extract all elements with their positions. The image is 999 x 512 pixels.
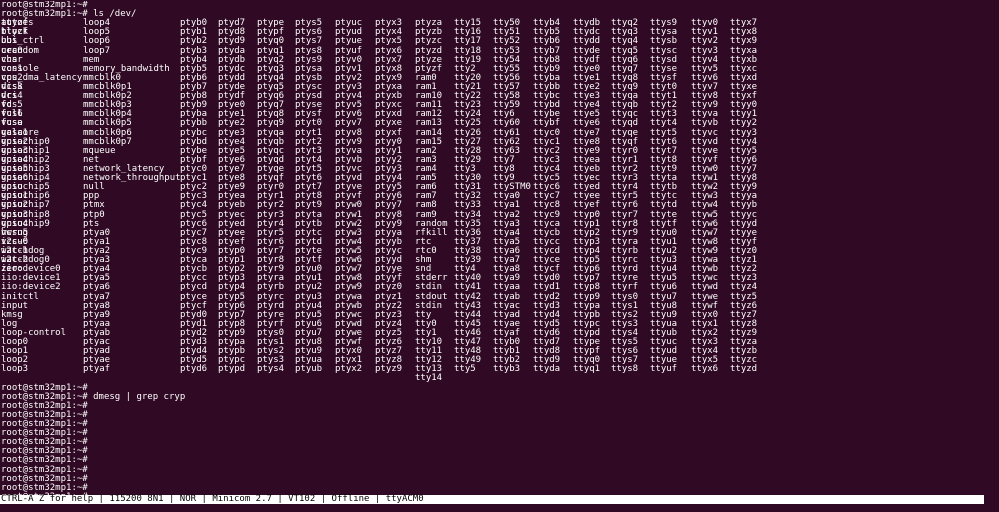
device-entry: ptypd — [218, 364, 246, 375]
device-entry: ttyzd — [730, 364, 758, 375]
prompt-line-dmesg: root@stm32mp1:~# dmesg | grep cryp — [1, 391, 998, 402]
shell-command: dmesg | grep cryp — [87, 391, 186, 402]
device-entry: ptyz9 — [375, 364, 403, 375]
prompt-line: root@stm32mp1:~# — [1, 438, 998, 447]
device-entry: ttyb3 — [493, 364, 521, 375]
ls-output-row: tty14 — [1, 374, 998, 383]
prompt-line: root@stm32mp1:~# — [1, 447, 998, 456]
device-entry: ptyx2 — [335, 364, 363, 375]
device-entry: ttyuf — [650, 364, 678, 375]
status-bar-gap — [984, 495, 999, 504]
device-entry: ptyd6 — [180, 364, 208, 375]
prompt-line: root@stm32mp1:~# — [1, 410, 998, 420]
ls-output-row: loop3 ptyaf ptyd6 ptypd ptys4 ptyub ptyx2 ptyz9… — [1, 365, 998, 374]
prompt-line: root@stm32mp1:~# — [1, 401, 998, 411]
device-entry: ptys4 — [257, 364, 285, 375]
device-entry: ptyub — [295, 364, 323, 375]
prompt-line: root@stm32mp1:~# — [1, 465, 998, 475]
prompt-line: root@stm32mp1:~# — [1, 1, 998, 10]
terminal-screen[interactable]: root@stm32mp1:~# root@stm32mp1:~# ls /dev… — [1, 1, 998, 495]
prompt-line: root@stm32mp1:~# — [1, 483, 998, 493]
device-entry: tty5 — [454, 364, 476, 375]
device-entry: ttyda — [533, 364, 561, 375]
device-entry: ttys8 — [611, 364, 639, 375]
device-entry: ttyx6 — [691, 364, 719, 375]
device-entry: loop3 — [1, 364, 29, 375]
prompt-line: root@stm32mp1:~# — [1, 429, 998, 438]
prompt-line: root@stm32mp1:~# — [1, 456, 998, 465]
minicom-status-bar: CTRL-A Z for help | 115200 8N1 | NOR | M… — [0, 495, 985, 504]
device-entry: tty14 — [415, 373, 443, 384]
device-entry: ttyq1 — [573, 364, 601, 375]
prompt-line: root@stm32mp1:~# — [1, 474, 998, 484]
prompt-line: root@stm32mp1:~# — [1, 419, 998, 429]
device-entry: ptyaf — [83, 364, 111, 375]
